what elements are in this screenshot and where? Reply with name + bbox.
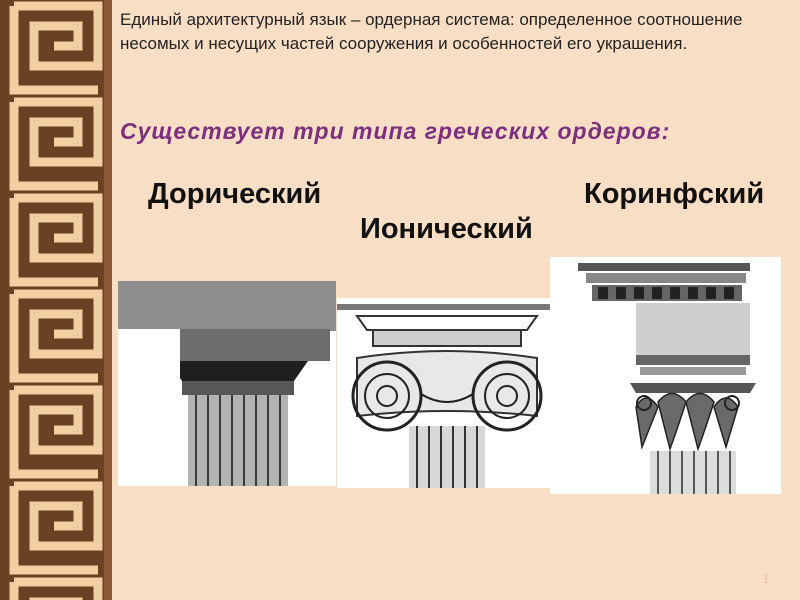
doric-label: Дорический	[148, 178, 322, 210]
corinthian-capital-drawing-icon	[550, 257, 781, 494]
slide-content: Единый архитектурный язык – ордерная сис…	[112, 0, 800, 600]
subtitle: Существует три типа греческих ордеров:	[120, 118, 671, 144]
corinthian-label: Коринфский	[584, 178, 765, 210]
ionic-capital-drawing-icon	[337, 298, 557, 488]
doric-capital-drawing-icon	[118, 281, 336, 486]
ionic-label: Ионический	[360, 213, 533, 245]
slide-number: 1	[762, 570, 770, 586]
intro-text: Единый архитектурный язык – ордерная сис…	[120, 10, 743, 53]
greek-meander-border-icon	[0, 0, 112, 600]
